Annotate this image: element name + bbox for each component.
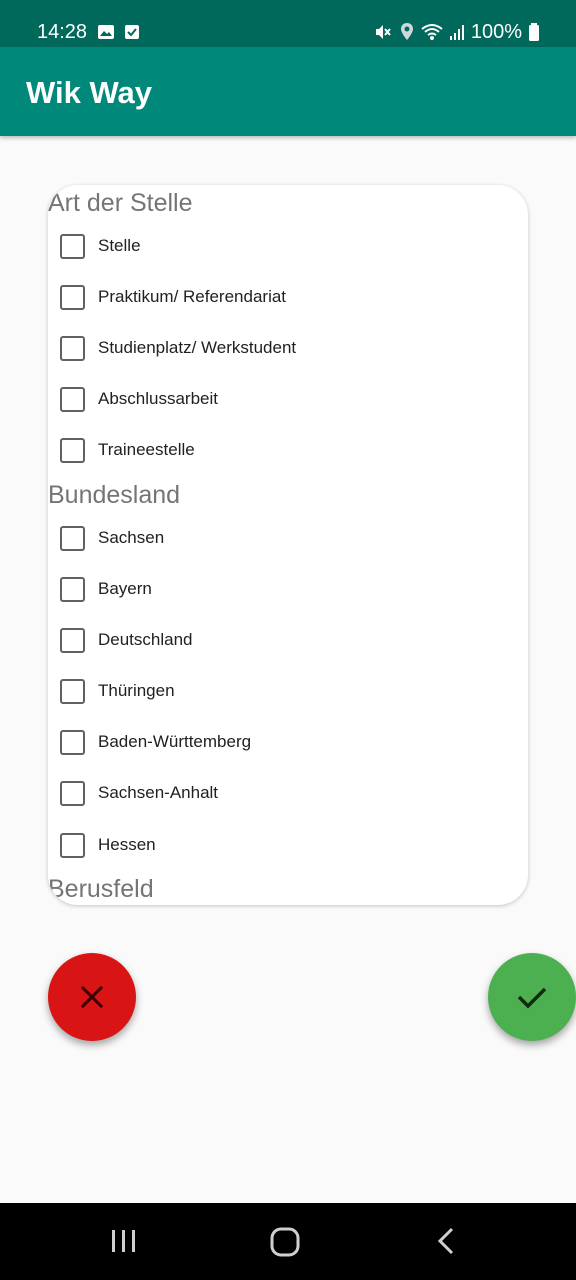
checkbox[interactable]: [60, 525, 85, 551]
checkbox[interactable]: [60, 335, 85, 361]
checkbox-label: Studienplatz/ Werkstudent: [98, 338, 297, 357]
section-title-art-der-stelle: Art der Stelle: [48, 189, 193, 217]
checkbox-row-sachsen[interactable]: Sachsen: [60, 518, 164, 558]
checkbox-row-praktikum[interactable]: Praktikum/ Referendariat: [60, 277, 286, 317]
checkbox[interactable]: [60, 627, 85, 653]
app-title: Wik Way: [26, 75, 153, 110]
checkbox-label: Abschlussarbeit: [98, 389, 219, 408]
checkbox-label: Sachsen: [98, 528, 165, 547]
checkbox-label: Hessen: [98, 835, 156, 854]
checkbox-row-deutschland[interactable]: Deutschland: [60, 620, 193, 660]
checkbox-row-baden-wuerttemberg[interactable]: Baden-Württemberg: [60, 722, 251, 762]
battery-percent: 100%: [470, 21, 522, 43]
checkbox[interactable]: [60, 386, 85, 412]
home-icon[interactable]: [268, 1225, 302, 1259]
check-icon: [516, 984, 548, 1010]
checkbox-label: Sachsen-Anhalt: [98, 783, 219, 802]
filter-card[interactable]: Art der Stelle Stelle Praktikum/ Referen…: [48, 185, 528, 905]
status-bar: 14:28 100%: [0, 0, 576, 47]
checkbox-row-abschlussarbeit[interactable]: Abschlussarbeit: [60, 379, 218, 419]
checkbox-label: Thüringen: [98, 681, 175, 700]
battery-icon: [528, 22, 540, 42]
checkbox-row-bayern[interactable]: Bayern: [60, 569, 152, 609]
checkbox[interactable]: [60, 832, 85, 858]
checkbox-label: Baden-Württemberg: [98, 732, 252, 751]
close-icon: [79, 984, 105, 1010]
checkbox-row-traineestelle[interactable]: Traineestelle: [60, 430, 195, 470]
wifi-icon: [421, 22, 443, 42]
navigation-bar: [0, 1203, 576, 1280]
checkbox[interactable]: [60, 678, 85, 704]
checkbox[interactable]: [60, 233, 85, 259]
location-icon: [399, 22, 415, 42]
checkbox-row-thueringen[interactable]: Thüringen: [60, 671, 175, 711]
checkbox-row-sachsen-anhalt[interactable]: Sachsen-Anhalt: [60, 773, 218, 813]
checkbox-label: Traineestelle: [98, 440, 195, 459]
section-title-berufsfeld: Berusfeld: [48, 875, 154, 903]
recents-icon[interactable]: [108, 1225, 140, 1257]
status-time: 14:28: [37, 21, 88, 43]
checkbox-row-studienplatz[interactable]: Studienplatz/ Werkstudent: [60, 328, 296, 368]
checkbox[interactable]: [60, 780, 85, 806]
app-bar: Wik Way: [0, 47, 576, 136]
back-icon[interactable]: [432, 1225, 462, 1257]
checkbox[interactable]: [60, 576, 85, 602]
checkbox-label: Bayern: [98, 579, 152, 598]
checkbox[interactable]: [60, 729, 85, 755]
mute-icon: [373, 22, 393, 42]
signal-icon: [449, 22, 465, 42]
checkbox-label: Deutschland: [98, 630, 193, 649]
checkbox[interactable]: [60, 284, 85, 310]
checkbox[interactable]: [60, 437, 85, 463]
check-box-icon: [123, 23, 141, 41]
cancel-button[interactable]: [48, 953, 136, 1041]
checkbox-row-hessen[interactable]: Hessen: [60, 825, 156, 865]
image-icon: [97, 23, 115, 41]
checkbox-row-stelle[interactable]: Stelle: [60, 226, 141, 266]
checkbox-label: Stelle: [98, 236, 141, 255]
confirm-button[interactable]: [488, 953, 576, 1041]
checkbox-label: Praktikum/ Referendariat: [98, 287, 287, 306]
section-title-bundesland: Bundesland: [48, 481, 181, 509]
